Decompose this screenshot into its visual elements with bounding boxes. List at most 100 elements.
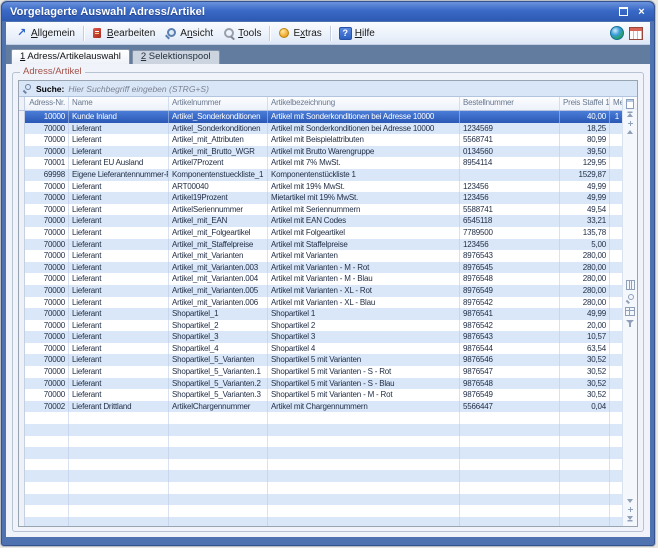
cell-preis[interactable]: 5,00: [560, 239, 610, 251]
cell-artikelbezeichnung[interactable]: Artikel mit Varianten - XL - Blau: [268, 297, 460, 309]
cell-name[interactable]: Lieferant: [69, 331, 169, 343]
cell-artikelnummer[interactable]: Shopartikel_2: [169, 320, 268, 332]
cell-name[interactable]: Kunde Inland: [69, 111, 169, 123]
cell-preis[interactable]: 39,50: [560, 146, 610, 158]
cell-preis[interactable]: 280,00: [560, 297, 610, 309]
cell-adressnr[interactable]: 70000: [25, 308, 69, 320]
cell-artikelnummer[interactable]: Artikel19Prozent: [169, 192, 268, 204]
table-row[interactable]: 70000LieferantShopartikel_5_VariantenSho…: [19, 354, 637, 366]
cell-bestellnummer[interactable]: 9876549: [460, 389, 560, 401]
cell-adressnr[interactable]: 70000: [25, 204, 69, 216]
cell-artikelnummer[interactable]: Artikel_mit_Varianten.004: [169, 273, 268, 285]
cell-bestellnummer[interactable]: 1234569: [460, 123, 560, 135]
cell-artikelnummer[interactable]: Shopartikel_1: [169, 308, 268, 320]
table-row[interactable]: 10000Kunde InlandArtikel_Sonderkondition…: [19, 111, 637, 123]
cell-artikelbezeichnung[interactable]: Artikel mit 19% MwSt.: [268, 181, 460, 193]
table-row[interactable]: 70000LieferantArtikel_mit_Varianten.005A…: [19, 285, 637, 297]
columns-icon[interactable]: [626, 280, 635, 290]
cell-adressnr[interactable]: 70000: [25, 134, 69, 146]
cell-artikelbezeichnung[interactable]: Artikel mit Sonderkonditionen bei Adress…: [268, 111, 460, 123]
cell-artikelbezeichnung[interactable]: Shopartikel 4: [268, 343, 460, 355]
cell-preis[interactable]: 63,54: [560, 343, 610, 355]
column-chooser-button[interactable]: [623, 97, 637, 110]
menu-ansicht[interactable]: Ansicht: [160, 25, 218, 41]
cell-bestellnummer[interactable]: 5566447: [460, 401, 560, 413]
table-row[interactable]: 70000LieferantShopartikel_5_Varianten.3S…: [19, 389, 637, 401]
cell-preis[interactable]: 49,99: [560, 181, 610, 193]
table-row[interactable]: 69998Eigene Lieferantennummer-FirmaKompo…: [19, 169, 637, 181]
column-header-artikelbezeichnung[interactable]: Artikelbezeichnung: [268, 97, 460, 110]
column-header-artikelnummer[interactable]: Artikelnummer: [169, 97, 268, 110]
cell-artikelbezeichnung[interactable]: Mietartikel mit 19% MwSt.: [268, 192, 460, 204]
cell-artikelnummer[interactable]: ArtikelChargennummer: [169, 401, 268, 413]
cell-name[interactable]: Lieferant EU Ausland: [69, 157, 169, 169]
cell-adressnr[interactable]: 70000: [25, 250, 69, 262]
scroll-down-icon[interactable]: [627, 499, 633, 503]
cell-artikelnummer[interactable]: Artikel_mit_EAN: [169, 215, 268, 227]
title-bar[interactable]: Vorgelagerte Auswahl Adress/Artikel ×: [2, 2, 654, 21]
cell-artikelbezeichnung[interactable]: Artikel mit Staffelpreise: [268, 239, 460, 251]
table-row[interactable]: 70000LieferantArtikel_mit_FolgeartikelAr…: [19, 227, 637, 239]
cell-artikelnummer[interactable]: Artikel_mit_Brutto_WGR: [169, 146, 268, 158]
cell-artikelbezeichnung[interactable]: Shopartikel 5 mit Varianten - M - Rot: [268, 389, 460, 401]
cell-bestellnummer[interactable]: 123456: [460, 239, 560, 251]
table-row[interactable]: 70000LieferantArtikel_mit_EANArtikel mit…: [19, 215, 637, 227]
cell-bestellnummer[interactable]: 9876543: [460, 331, 560, 343]
cell-bestellnummer[interactable]: 9876542: [460, 320, 560, 332]
cell-name[interactable]: Lieferant: [69, 308, 169, 320]
column-header-preis-staffel-1[interactable]: Preis Staffel 1: [560, 97, 610, 110]
cell-adressnr[interactable]: 70000: [25, 262, 69, 274]
cell-preis[interactable]: 280,00: [560, 273, 610, 285]
cell-artikelnummer[interactable]: Artikel_mit_Varianten: [169, 250, 268, 262]
cell-artikelbezeichnung[interactable]: Artikel mit EAN Codes: [268, 215, 460, 227]
cell-adressnr[interactable]: 70000: [25, 123, 69, 135]
cell-name[interactable]: Lieferant: [69, 366, 169, 378]
table-row[interactable]: 70000LieferantShopartikel_2Shopartikel 2…: [19, 320, 637, 332]
cell-adressnr[interactable]: 70000: [25, 146, 69, 158]
cell-bestellnummer[interactable]: 5568741: [460, 134, 560, 146]
cell-preis[interactable]: 49,99: [560, 308, 610, 320]
scroll-first-icon[interactable]: [627, 113, 633, 117]
cell-artikelbezeichnung[interactable]: Shopartikel 5 mit Varianten - S - Rot: [268, 366, 460, 378]
cell-bestellnummer[interactable]: 123456: [460, 181, 560, 193]
cell-name[interactable]: Lieferant: [69, 378, 169, 390]
cell-bestellnummer[interactable]: 9876544: [460, 343, 560, 355]
scroll-up-plus-icon[interactable]: [628, 121, 633, 126]
cell-bestellnummer[interactable]: 6545118: [460, 215, 560, 227]
column-header-name[interactable]: Name: [69, 97, 169, 110]
table-row[interactable]: 70000LieferantART00040Artikel mit 19% Mw…: [19, 181, 637, 193]
cell-artikelbezeichnung[interactable]: Artikel mit Varianten: [268, 250, 460, 262]
cell-adressnr[interactable]: 70000: [25, 239, 69, 251]
cell-bestellnummer[interactable]: 8976542: [460, 297, 560, 309]
cell-preis[interactable]: 30,52: [560, 366, 610, 378]
globe-icon[interactable]: [610, 26, 624, 40]
cell-artikelnummer[interactable]: Artikel_mit_Varianten.005: [169, 285, 268, 297]
cell-name[interactable]: Lieferant: [69, 250, 169, 262]
cell-artikelbezeichnung[interactable]: Shopartikel 5 mit Varianten - S - Blau: [268, 378, 460, 390]
table-row[interactable]: 70000LieferantShopartikel_5_Varianten.1S…: [19, 366, 637, 378]
cell-artikelnummer[interactable]: Artikel_Sonderkonditionen: [169, 111, 268, 123]
cell-bestellnummer[interactable]: [460, 111, 560, 123]
cell-preis[interactable]: 30,52: [560, 389, 610, 401]
cell-artikelnummer[interactable]: Artikel_mit_Varianten.006: [169, 297, 268, 309]
cell-adressnr[interactable]: 70000: [25, 227, 69, 239]
cell-bestellnummer[interactable]: 8976548: [460, 273, 560, 285]
cell-bestellnummer[interactable]: 7789500: [460, 227, 560, 239]
cell-preis[interactable]: 20,00: [560, 320, 610, 332]
cell-bestellnummer[interactable]: 8954114: [460, 157, 560, 169]
cell-preis[interactable]: 49,54: [560, 204, 610, 216]
cell-name[interactable]: Lieferant: [69, 273, 169, 285]
menu-extras[interactable]: Extras: [273, 25, 326, 41]
cell-preis[interactable]: 129,95: [560, 157, 610, 169]
cell-adressnr[interactable]: 10000: [25, 111, 69, 123]
cell-artikelbezeichnung[interactable]: Artikel mit Chargennummern: [268, 401, 460, 413]
table-row[interactable]: 70001Lieferant EU AuslandArtikel7Prozent…: [19, 157, 637, 169]
cell-artikelnummer[interactable]: Artikel7Prozent: [169, 157, 268, 169]
cell-name[interactable]: Lieferant: [69, 192, 169, 204]
cell-artikelnummer[interactable]: Artikel_mit_Attributen: [169, 134, 268, 146]
cell-name[interactable]: Lieferant: [69, 181, 169, 193]
cell-adressnr[interactable]: 70000: [25, 181, 69, 193]
cell-preis[interactable]: 0,04: [560, 401, 610, 413]
cell-artikelbezeichnung[interactable]: Komponentenstückliste 1: [268, 169, 460, 181]
cell-name[interactable]: Lieferant Drittland: [69, 401, 169, 413]
